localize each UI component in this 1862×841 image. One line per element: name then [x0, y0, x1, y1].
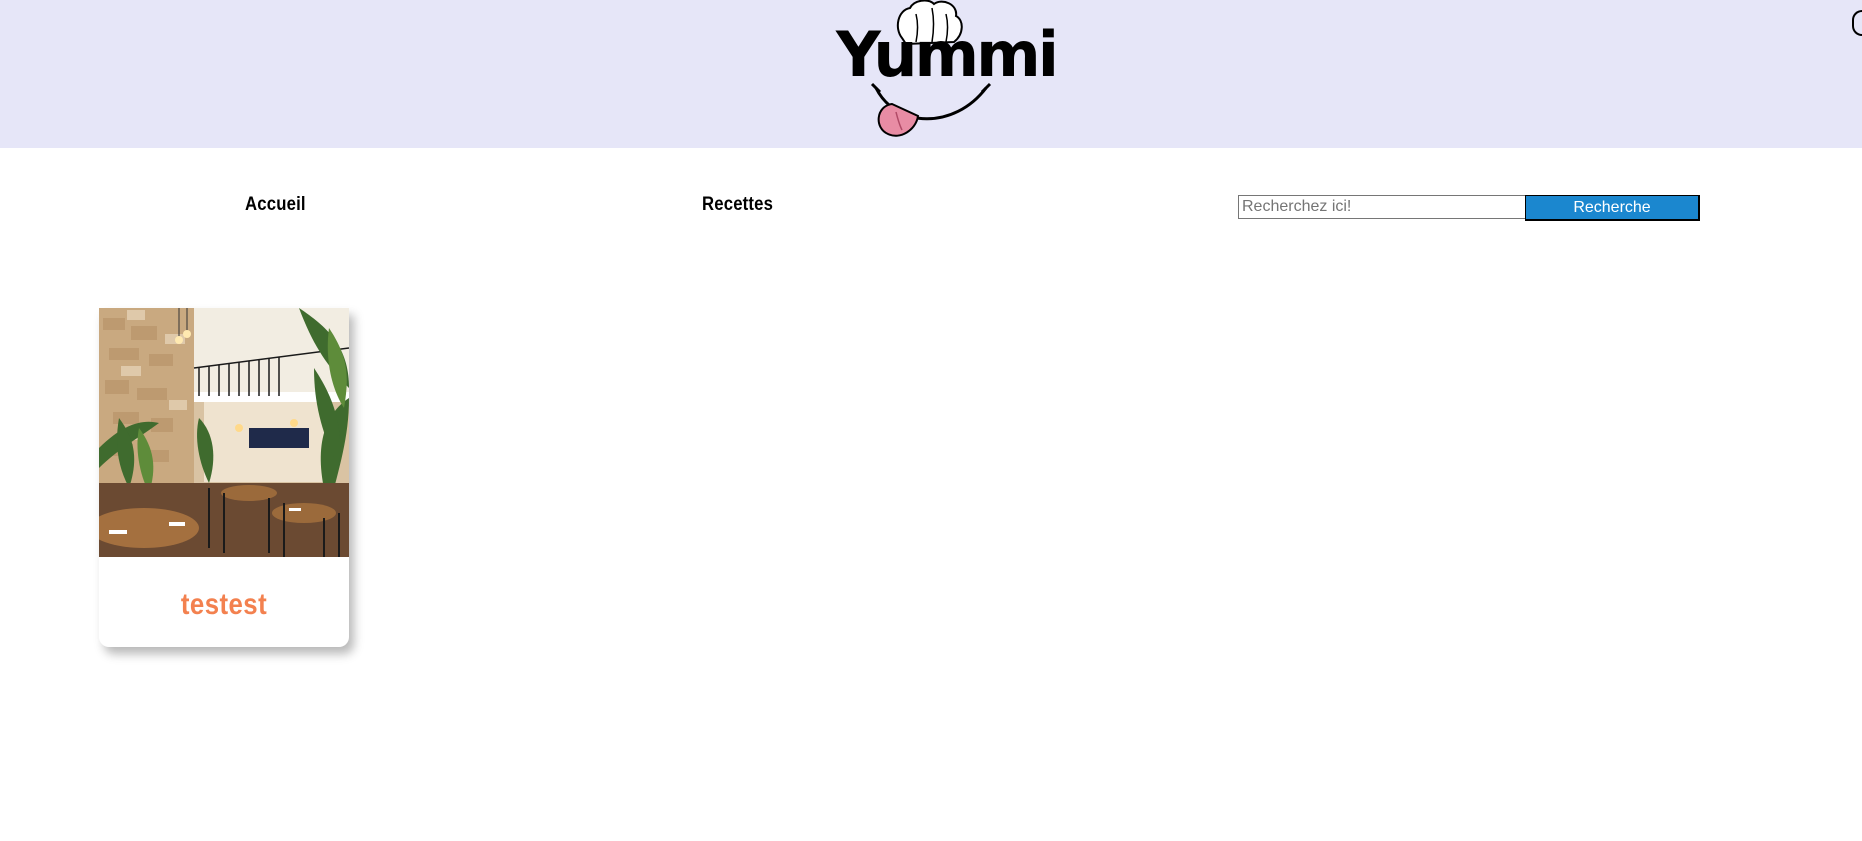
nav-item-accueil[interactable]: Accueil	[245, 194, 306, 216]
recipe-image[interactable]	[99, 308, 349, 557]
restaurant-photo	[99, 308, 349, 557]
site-header: Yummi	[0, 0, 1862, 148]
recipe-card[interactable]: testest	[99, 308, 349, 647]
recipe-title[interactable]: testest	[117, 588, 332, 622]
corner-icon	[1852, 10, 1862, 36]
yummi-logo[interactable]: Yummi	[836, 0, 1059, 140]
search-button[interactable]: Recherche	[1525, 195, 1700, 221]
nav-item-recettes[interactable]: Recettes	[702, 194, 773, 216]
search-input[interactable]	[1238, 195, 1526, 219]
logo-text: Yummi	[836, 18, 1059, 91]
